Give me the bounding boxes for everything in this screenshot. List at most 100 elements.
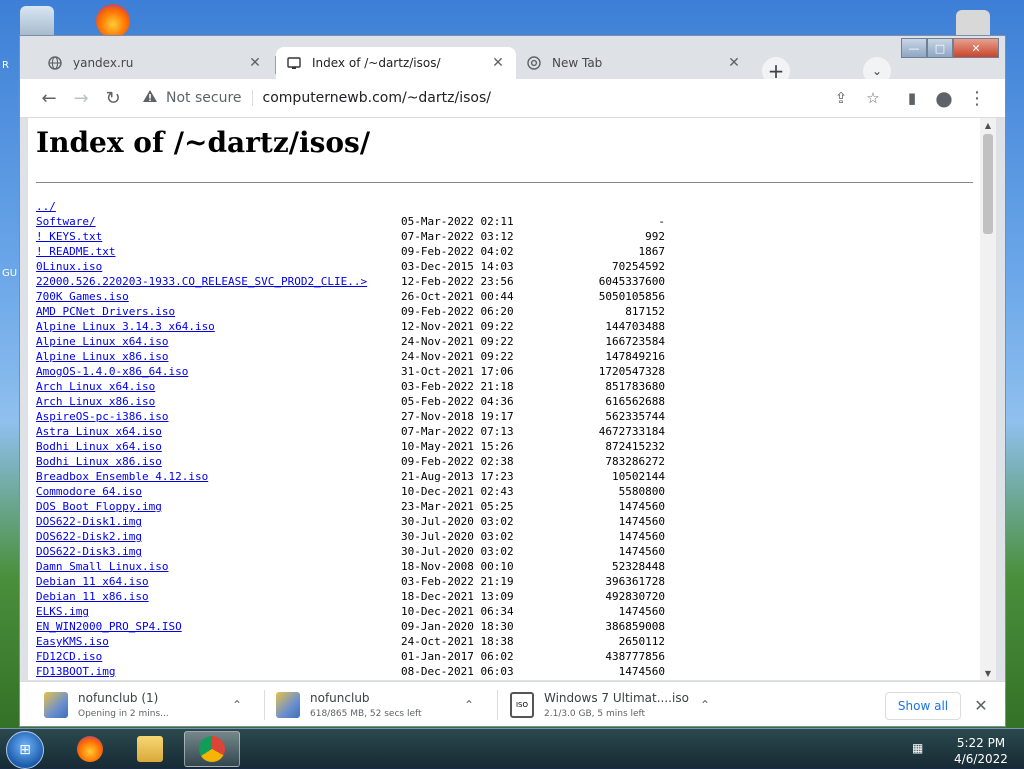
- warning-icon[interactable]: [142, 89, 158, 107]
- file-date: 09-Feb-2022 06:20: [401, 305, 514, 318]
- file-size: 10502144: [612, 470, 665, 483]
- download-item-3[interactable]: ISO Windows 7 Ultimat....iso 2.1/3.0 GB,…: [510, 686, 720, 724]
- file-link[interactable]: Debian 11 x64.iso: [36, 574, 149, 589]
- taskbar-chrome[interactable]: [184, 731, 240, 767]
- share-icon[interactable]: ⇪: [831, 88, 851, 108]
- tab-index-of-isos[interactable]: Index of /~dartz/isos/ ✕: [276, 47, 516, 79]
- file-link[interactable]: Alpine Linux x64.iso: [36, 334, 168, 349]
- file-link[interactable]: Debian 11 x86.iso: [36, 589, 149, 604]
- tab-close-icon[interactable]: ✕: [490, 55, 506, 71]
- file-link[interactable]: DOS622-Disk2.img: [36, 529, 142, 544]
- file-link[interactable]: EasyKMS.iso: [36, 634, 109, 649]
- url-text[interactable]: computernewb.com/~dartz/isos/: [263, 90, 491, 106]
- reload-button[interactable]: ↻: [100, 86, 126, 110]
- forward-button[interactable]: →: [68, 86, 94, 110]
- tab-close-icon[interactable]: ✕: [726, 55, 742, 71]
- system-tray: ▦ 5:22 PM 4/6/2022: [906, 733, 1024, 767]
- desktop-label-r: R: [2, 60, 9, 71]
- file-size: 783286272: [605, 455, 665, 468]
- file-size: 1474560: [618, 605, 665, 618]
- file-link[interactable]: Bodhi Linux x64.iso: [36, 439, 162, 454]
- file-link[interactable]: 700K Games.iso: [36, 289, 129, 304]
- file-size: 851783680: [605, 380, 665, 393]
- address-bar[interactable]: Not secure computernewb.com/~dartz/isos/: [132, 83, 862, 113]
- file-link[interactable]: EN_WIN2000_PRO_SP4.ISO: [36, 619, 182, 634]
- horizontal-rule: [36, 182, 973, 183]
- file-link[interactable]: ! KEYS.txt: [36, 229, 102, 244]
- file-date: 30-Jul-2020 03:02: [401, 515, 514, 528]
- download-item-2[interactable]: nofunclub 618/865 MB, 52 secs left ⌃: [276, 686, 486, 724]
- parent-directory-link[interactable]: ../: [36, 199, 56, 214]
- file-date: 08-Dec-2021 06:03: [401, 665, 514, 678]
- side-panel-icon[interactable]: ▮: [902, 88, 922, 108]
- taskbar-firefox[interactable]: [62, 731, 118, 767]
- download-status: 2.1/3.0 GB, 5 mins left: [544, 709, 646, 719]
- file-link[interactable]: DOS622-Disk1.img: [36, 514, 142, 529]
- start-button[interactable]: ⊞: [6, 731, 44, 769]
- file-link[interactable]: Breadbox Ensemble 4.12.iso: [36, 469, 208, 484]
- scrollbar-thumb[interactable]: [983, 134, 993, 234]
- installer-file-icon: [44, 692, 68, 718]
- file-size: 386859008: [605, 620, 665, 633]
- file-date: 10-May-2021 15:26: [401, 440, 514, 453]
- file-link[interactable]: ELKS.img: [36, 604, 89, 619]
- profile-avatar-icon[interactable]: ●: [934, 86, 954, 110]
- file-link[interactable]: Alpine Linux 3.14.3 x64.iso: [36, 319, 215, 334]
- file-link[interactable]: Arch Linux x86.iso: [36, 394, 155, 409]
- file-link[interactable]: 0Linux.iso: [36, 259, 102, 274]
- tab-yandex[interactable]: yandex.ru ✕: [37, 47, 273, 79]
- network-icon[interactable]: ▦: [912, 741, 923, 755]
- file-link[interactable]: FD13BOOT.img: [36, 664, 115, 679]
- file-link[interactable]: AspireOS-pc-i386.iso: [36, 409, 168, 424]
- file-link[interactable]: DOS622-Disk3.img: [36, 544, 142, 559]
- file-link[interactable]: Alpine Linux x86.iso: [36, 349, 168, 364]
- file-size: 992: [645, 230, 665, 243]
- file-date: 18-Dec-2021 13:09: [401, 590, 514, 603]
- file-date: 12-Feb-2022 23:56: [401, 275, 514, 288]
- show-all-downloads-button[interactable]: Show all: [885, 692, 961, 720]
- menu-kebab-icon[interactable]: ⋮: [967, 88, 987, 109]
- file-size: 1474560: [618, 530, 665, 543]
- security-status-text[interactable]: Not secure: [166, 90, 242, 106]
- file-date: 23-Mar-2021 05:25: [401, 500, 514, 513]
- file-link[interactable]: 22000.526.220203-1933.CO_RELEASE_SVC_PRO…: [36, 274, 367, 289]
- page-favicon-icon: [286, 55, 302, 71]
- chevron-up-icon[interactable]: ⌃: [700, 698, 710, 712]
- scroll-down-arrow-icon[interactable]: ▼: [980, 666, 996, 680]
- file-size: 492830720: [605, 590, 665, 603]
- download-name: nofunclub: [310, 691, 370, 705]
- file-link[interactable]: ! README.txt: [36, 244, 115, 259]
- tab-new-tab[interactable]: New Tab ✕: [516, 47, 752, 79]
- file-link[interactable]: Software/: [36, 214, 96, 229]
- clock-date[interactable]: 4/6/2022: [946, 752, 1016, 766]
- vertical-scrollbar[interactable]: ▲ ▼: [980, 118, 996, 680]
- file-link[interactable]: AMD PCNet Drivers.iso: [36, 304, 175, 319]
- bookmark-star-icon[interactable]: ☆: [863, 88, 883, 108]
- close-shelf-icon[interactable]: ✕: [970, 694, 992, 716]
- file-link[interactable]: Astra Linux x64.iso: [36, 424, 162, 439]
- file-link[interactable]: AmogOS-1.4.0-x86_64.iso: [36, 364, 188, 379]
- download-status: 618/865 MB, 52 secs left: [310, 709, 422, 719]
- file-size: 144703488: [605, 320, 665, 333]
- file-link[interactable]: FD12CD.iso: [36, 649, 102, 664]
- file-link[interactable]: DOS Boot Floppy.img: [36, 499, 162, 514]
- file-link[interactable]: Commodore 64.iso: [36, 484, 142, 499]
- file-link[interactable]: Arch Linux x64.iso: [36, 379, 155, 394]
- file-link[interactable]: Damn Small Linux.iso: [36, 559, 168, 574]
- file-size: 1474560: [618, 500, 665, 513]
- chevron-up-icon[interactable]: ⌃: [232, 698, 242, 712]
- chevron-up-icon[interactable]: ⌃: [464, 698, 474, 712]
- tab-close-icon[interactable]: ✕: [247, 55, 263, 71]
- back-button[interactable]: ←: [36, 86, 62, 110]
- scroll-up-arrow-icon[interactable]: ▲: [980, 118, 996, 132]
- download-divider: [264, 690, 265, 720]
- taskbar-explorer[interactable]: [122, 731, 178, 767]
- download-divider: [497, 690, 498, 720]
- file-link[interactable]: Bodhi Linux x86.iso: [36, 454, 162, 469]
- firefox-desktop-icon[interactable]: [96, 4, 130, 38]
- download-item-1[interactable]: nofunclub (1) Opening in 2 mins... ⌃: [44, 686, 254, 724]
- file-date: 24-Nov-2021 09:22: [401, 350, 514, 363]
- folder-icon: [137, 736, 163, 762]
- file-size: 2650112: [618, 635, 665, 648]
- clock-time[interactable]: 5:22 PM: [946, 736, 1016, 750]
